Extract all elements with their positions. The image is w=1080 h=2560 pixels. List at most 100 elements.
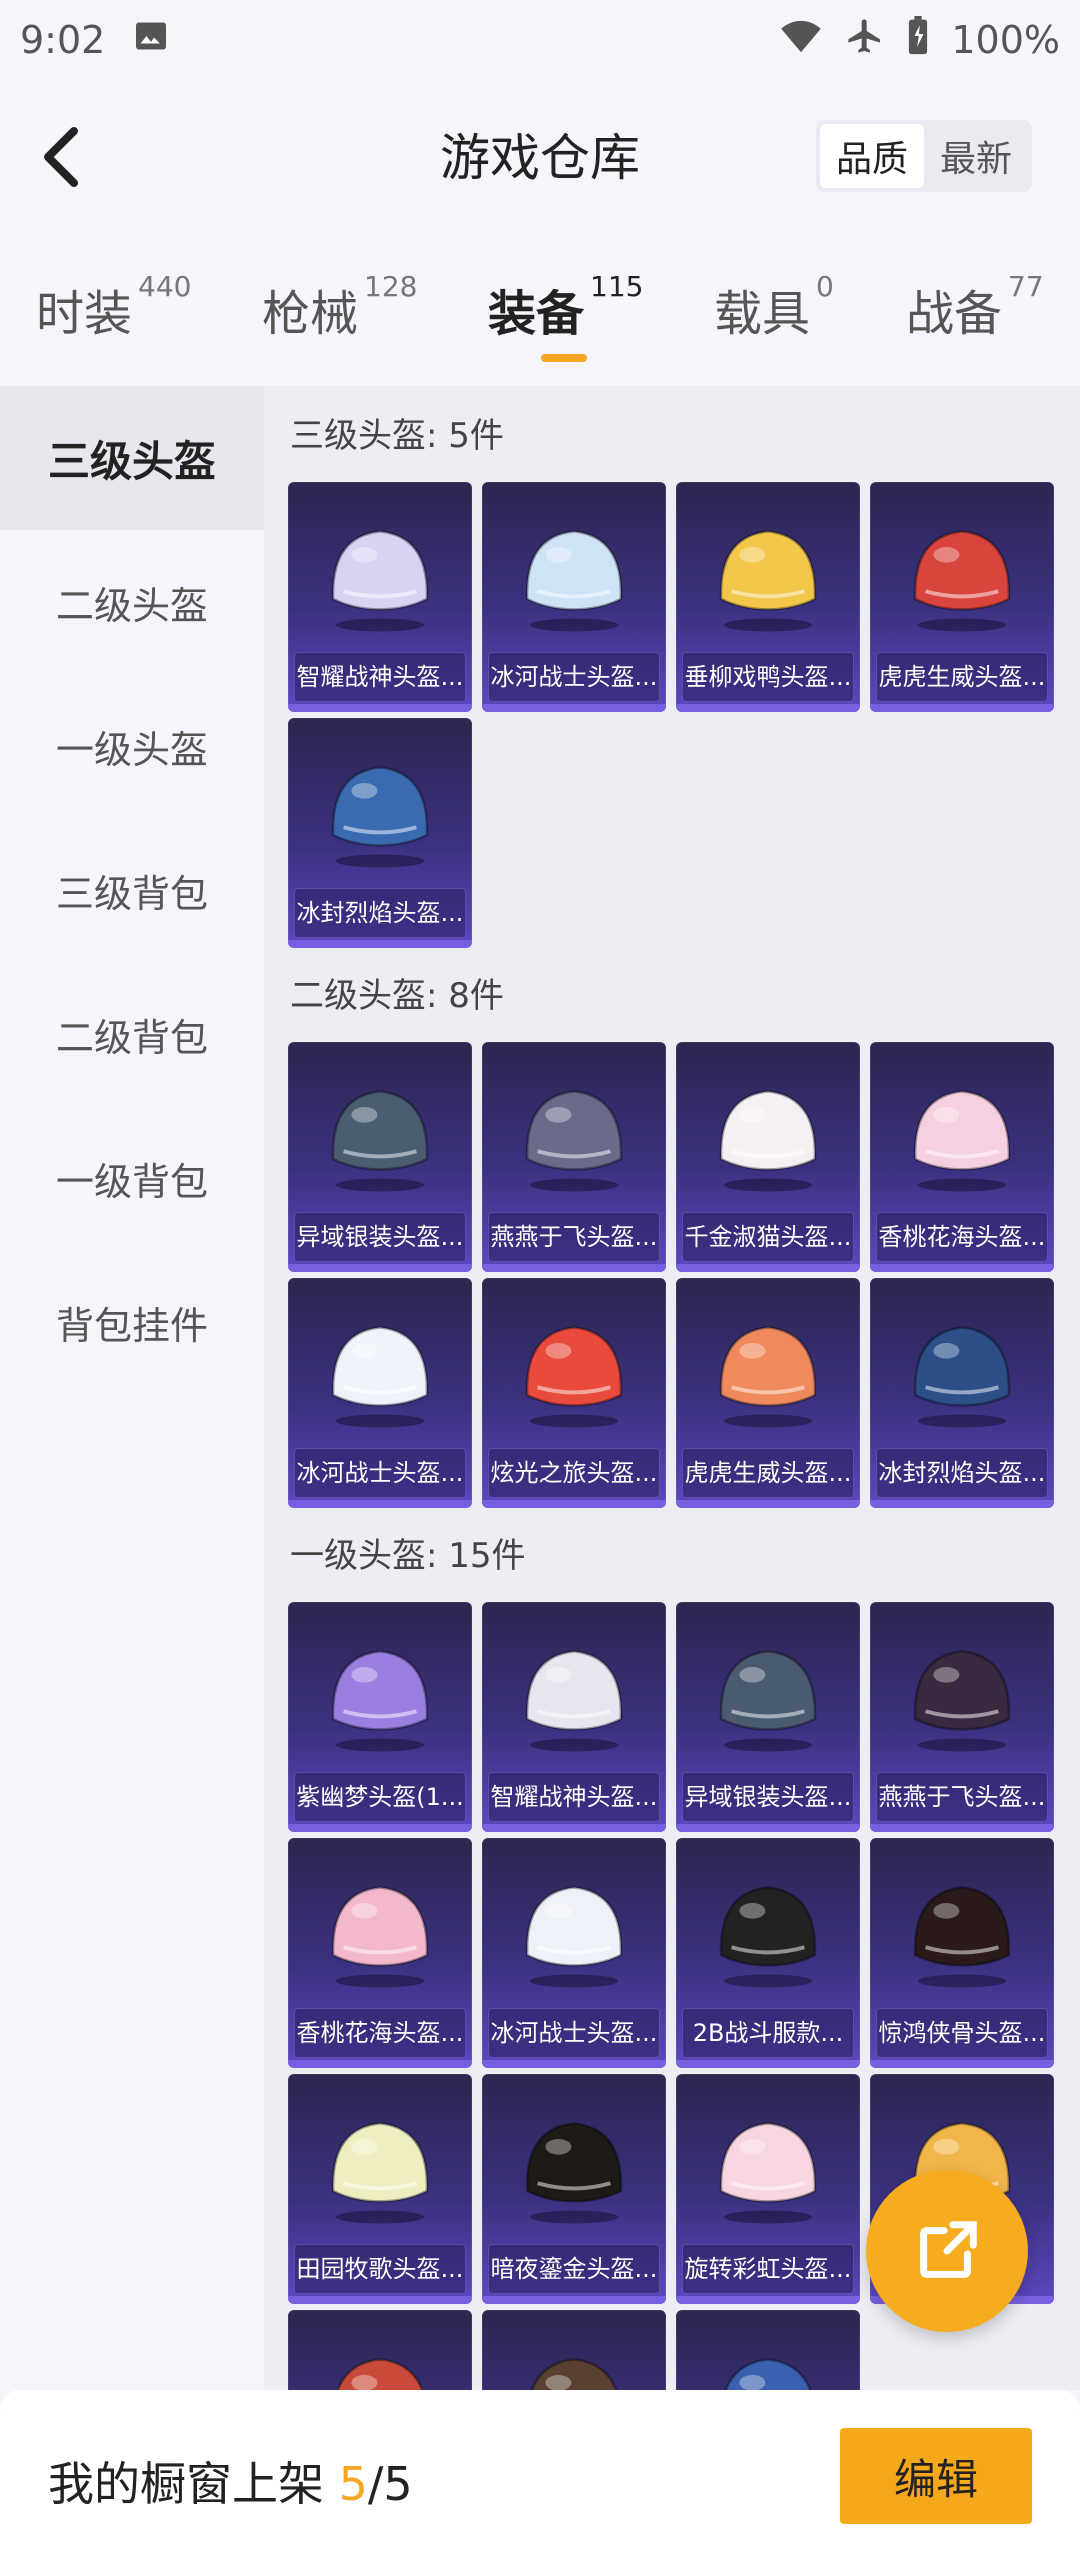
item-card[interactable]: 冰河战士头盔... [288, 1278, 472, 1508]
item-name: 燕燕于飞头盔... [488, 1212, 660, 1262]
helmet-icon [719, 1886, 817, 1988]
helmet-icon [913, 1090, 1011, 1192]
sidebar-item-level2-helmet[interactable]: 二级头盔 [0, 530, 264, 674]
item-name: 千金淑猫头盔... [682, 1212, 854, 1262]
share-icon [920, 2221, 977, 2278]
tab-count: 115 [590, 270, 644, 303]
sidebar-item-level1-backpack[interactable]: 一级背包 [0, 1106, 264, 1250]
item-card[interactable]: 虎虎生威头盔... [676, 1278, 860, 1508]
battery-icon [907, 15, 929, 65]
item-card[interactable]: 异域银装头盔... [676, 1602, 860, 1832]
helmet-icon [719, 1326, 817, 1428]
item-name: 香桃花海头盔... [294, 2008, 466, 2058]
helmet-icon [913, 1886, 1011, 1988]
item-card[interactable]: 虎虎生威头盔... [870, 482, 1054, 712]
status-bar: 9:02 100% [0, 0, 1080, 80]
tab-label: 枪械 [262, 286, 359, 342]
sidebar-item-level3-backpack[interactable]: 三级背包 [0, 818, 264, 962]
helmet-icon [525, 1326, 623, 1428]
item-card[interactable]: 香桃花海头盔... [870, 1042, 1054, 1272]
tab-fashion[interactable]: 时装 440 [36, 250, 191, 380]
showcase-current: 5 [338, 2457, 368, 2511]
item-card[interactable]: 炫光之旅头盔... [482, 1278, 666, 1508]
item-card[interactable]: 2B战斗服款... [676, 1838, 860, 2068]
item-card[interactable]: 冰河战士头盔... [482, 1838, 666, 2068]
sidebar-item-level3-helmet[interactable]: 三级头盔 [0, 386, 264, 530]
sidebar-item-level2-backpack[interactable]: 二级背包 [0, 962, 264, 1106]
sort-toggle: 品质 最新 [815, 120, 1032, 192]
helmet-icon [331, 530, 429, 632]
item-card[interactable] [482, 2310, 666, 2390]
item-name: 智耀战神头盔... [488, 1772, 660, 1822]
tab-count: 0 [816, 270, 834, 303]
helmet-icon [719, 1650, 817, 1752]
tab-vehicles[interactable]: 载具 0 [714, 250, 834, 380]
helmet-icon [913, 1650, 1011, 1752]
tab-label: 时装 [36, 286, 133, 342]
tab-guns[interactable]: 枪械 128 [262, 250, 417, 380]
item-name: 异域银装头盔... [682, 1772, 854, 1822]
chevron-left-icon [44, 127, 78, 187]
sort-by-quality[interactable]: 品质 [819, 124, 924, 188]
app-header: 游戏仓库 品质 最新 [0, 80, 1080, 230]
helmet-icon [525, 1090, 623, 1192]
item-card[interactable]: 冰封烈焰头盔... [870, 1278, 1054, 1508]
item-card[interactable]: 智耀战神头盔... [482, 1602, 666, 1832]
item-card[interactable]: 旋转彩虹头盔... [676, 2074, 860, 2304]
item-card[interactable]: 冰河战士头盔... [482, 482, 666, 712]
helmet-icon [530, 2358, 618, 2390]
item-card[interactable]: 垂柳戏鸭头盔... [676, 482, 860, 712]
showcase-label: 我的橱窗上架 [48, 2457, 339, 2511]
item-name: 燕燕于飞头盔... [876, 1772, 1048, 1822]
sidebar-item-level1-helmet[interactable]: 一级头盔 [0, 674, 264, 818]
item-card[interactable]: 异域银装头盔... [288, 1042, 472, 1272]
sidebar-item-backpack-charm[interactable]: 背包挂件 [0, 1250, 264, 1394]
sort-by-newest[interactable]: 最新 [924, 124, 1028, 188]
sidebar: 三级头盔 二级头盔 一级头盔 三级背包 二级背包 一级背包 背包挂件 [0, 386, 264, 2390]
item-name: 虎虎生威头盔... [876, 652, 1048, 702]
tab-label: 战备 [906, 286, 1003, 342]
tab-label: 载具 [714, 286, 811, 342]
item-card[interactable]: 智耀战神头盔... [288, 482, 472, 712]
item-card[interactable]: 燕燕于飞头盔... [870, 1602, 1054, 1832]
wifi-icon [779, 18, 823, 63]
helmet-icon [719, 1090, 817, 1192]
item-name: 冰封烈焰头盔... [876, 1448, 1048, 1498]
share-button[interactable] [866, 2170, 1028, 2332]
section-title: 二级头盔: 8件 [290, 976, 504, 1016]
tab-label: 装备 [488, 286, 585, 342]
item-card[interactable]: 暗夜鎏金头盔... [482, 2074, 666, 2304]
helmet-icon [331, 1090, 429, 1192]
tab-supplies[interactable]: 战备 77 [906, 250, 1044, 380]
item-card[interactable] [676, 2310, 860, 2390]
helmet-icon [724, 2358, 812, 2390]
item-card[interactable]: 田园牧歌头盔... [288, 2074, 472, 2304]
helmet-icon [331, 766, 429, 868]
item-name: 旋转彩虹头盔... [682, 2244, 854, 2294]
item-card[interactable]: 紫幽梦头盔(1... [288, 1602, 472, 1832]
active-tab-indicator [541, 354, 587, 362]
helmet-icon [719, 2122, 817, 2224]
item-card[interactable]: 燕燕于飞头盔... [482, 1042, 666, 1272]
item-name: 炫光之旅头盔... [488, 1448, 660, 1498]
battery-level: 100% [951, 18, 1060, 62]
airplane-icon [845, 16, 885, 65]
item-card[interactable]: 冰封烈焰头盔... [288, 718, 472, 948]
item-card[interactable] [288, 2310, 472, 2390]
edit-button[interactable]: 编辑 [840, 2428, 1032, 2524]
tab-count: 128 [364, 270, 418, 303]
item-name: 田园牧歌头盔... [294, 2244, 466, 2294]
item-name: 冰封烈焰头盔... [294, 888, 466, 938]
item-card[interactable]: 千金淑猫头盔... [676, 1042, 860, 1272]
item-card[interactable]: 惊鸿侠骨头盔... [870, 1838, 1054, 2068]
item-name: 智耀战神头盔... [294, 652, 466, 702]
showcase-status: 我的橱窗上架 5/5 [48, 2448, 413, 2514]
item-card[interactable]: 香桃花海头盔... [288, 1838, 472, 2068]
bottom-bar: 我的橱窗上架 5/5 编辑 [0, 2390, 1080, 2560]
back-button[interactable] [30, 122, 90, 192]
section-title: 一级头盔: 15件 [290, 1536, 526, 1576]
item-name: 惊鸿侠骨头盔... [876, 2008, 1048, 2058]
category-tabs: 时装 440 枪械 128 装备 115 载具 0 战备 77 [0, 250, 1080, 380]
item-name: 冰河战士头盔... [488, 2008, 660, 2058]
gallery-icon [133, 18, 169, 63]
